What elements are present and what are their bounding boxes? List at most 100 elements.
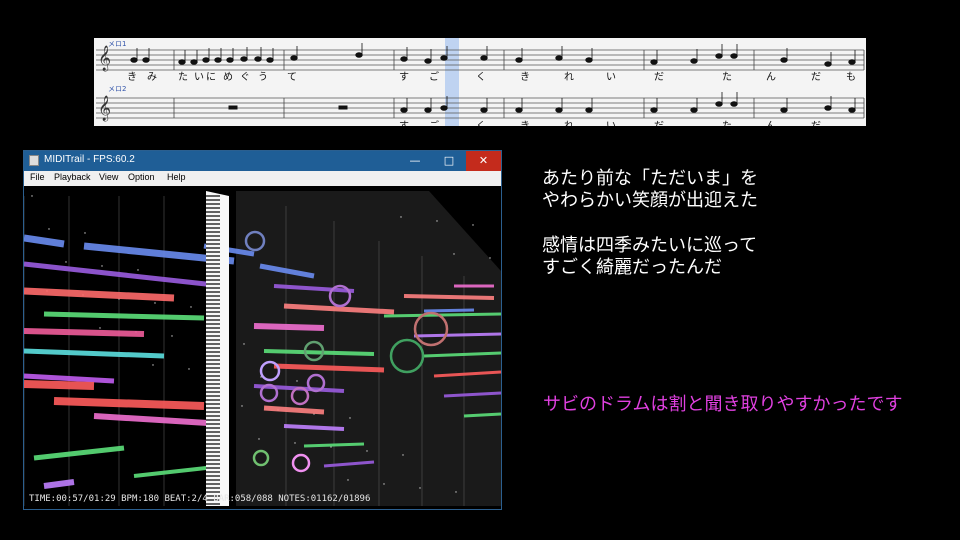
menu-view[interactable]: View [99, 172, 118, 182]
window-title: MIDITrail - FPS:60.2 [44, 154, 135, 165]
score-lyric-syllable: れ [564, 72, 574, 83]
star [400, 216, 402, 218]
star [154, 302, 156, 304]
minimize-button[interactable]: — [398, 151, 432, 171]
note-head [555, 55, 563, 61]
title-bar[interactable]: MIDITrail - FPS:60.2 — □ ✕ [24, 151, 501, 171]
note-head [515, 107, 523, 113]
score-lyric-syllable: だ [811, 122, 821, 127]
staff-name-2: メロ2 [108, 85, 127, 93]
score-lyric-syllable: い [194, 72, 204, 83]
menu-playback[interactable]: Playback [54, 172, 91, 182]
note-head [555, 107, 563, 113]
menu-help[interactable]: Help [167, 172, 186, 182]
score-lyric-syllable: て [287, 72, 297, 83]
note-head [848, 107, 856, 113]
note-head [142, 57, 150, 63]
star [137, 269, 139, 271]
score-lyric-syllable: う [258, 72, 268, 83]
note-visualization [24, 191, 501, 506]
score-lyric-syllable: く [476, 72, 486, 83]
note-bar [24, 348, 165, 359]
note-bar [24, 234, 65, 248]
star [455, 491, 457, 493]
note-head [290, 55, 298, 61]
score-lyric-syllable: た [722, 122, 732, 127]
note-bar [403, 294, 495, 300]
note-head [730, 53, 738, 59]
note-bar [43, 479, 75, 489]
star [171, 335, 173, 337]
star [188, 368, 190, 370]
whole-rest [228, 105, 238, 110]
star [190, 306, 192, 308]
3d-viewport[interactable]: TIME:00:57/01:29 BPM:180 BEAT:2/4 BAR:05… [24, 186, 501, 509]
note-head [585, 107, 593, 113]
note-bar [43, 311, 205, 321]
miditrail-window: MIDITrail - FPS:60.2 — □ ✕ File Playback… [23, 150, 502, 510]
note-head [214, 57, 222, 63]
score-lyric-syllable: も [846, 72, 856, 83]
star [99, 327, 101, 329]
star [243, 343, 245, 345]
menu-file[interactable]: File [30, 172, 45, 182]
note-head [730, 101, 738, 107]
star [489, 257, 491, 259]
score-lyric-syllable: す [399, 122, 409, 127]
note-head [650, 107, 658, 113]
score-lyric-syllable: ご [429, 72, 439, 83]
note-head [515, 57, 523, 63]
note-head [190, 59, 198, 65]
maximize-button[interactable]: □ [432, 151, 466, 171]
star [366, 450, 368, 452]
star [152, 364, 154, 366]
score-lyric-syllable: た [178, 72, 188, 83]
note-head [400, 107, 408, 113]
note-head [824, 105, 832, 111]
note-head [650, 59, 658, 65]
score-lyric-syllable: だ [654, 122, 664, 127]
note-head [440, 105, 448, 111]
note-head [440, 55, 448, 61]
note-bar [24, 328, 145, 337]
score-lyric-syllable: ぐ [240, 72, 250, 83]
note-head [254, 56, 262, 62]
star [84, 232, 86, 234]
menu-bar: File Playback View Option Help [24, 171, 501, 186]
close-button[interactable]: ✕ [466, 151, 501, 171]
note-head [715, 53, 723, 59]
star [258, 438, 260, 440]
note-head [400, 56, 408, 62]
note-bar [33, 445, 125, 461]
status-readout: TIME:00:57/01:29 BPM:180 BEAT:2/4 BAR:05… [29, 494, 371, 504]
score-lyric-syllable: い [606, 122, 616, 127]
note-head [824, 61, 832, 67]
star [294, 442, 296, 444]
star [65, 261, 67, 263]
score-lyric-syllable: だ [654, 72, 664, 83]
note-head [690, 58, 698, 64]
star [472, 224, 474, 226]
score-lyric-syllable: き [127, 72, 137, 83]
star [419, 487, 421, 489]
note-bar [53, 397, 205, 410]
note-head [480, 107, 488, 113]
note-bar [423, 308, 475, 313]
note-bar [24, 373, 115, 384]
note-head [355, 52, 363, 58]
star [383, 483, 385, 485]
note-bar [253, 323, 325, 331]
lyric-line-1: あたり前な「ただいま」を [542, 168, 758, 189]
menu-option[interactable]: Option [128, 172, 155, 182]
star [31, 195, 33, 197]
star [296, 380, 298, 382]
note-head [480, 55, 488, 61]
note-bar [303, 442, 365, 448]
note-head [848, 59, 856, 65]
score-lyric-syllable: だ [811, 72, 821, 83]
score-lyric-syllable: い [606, 72, 616, 83]
treble-clef-2: 𝄞 [98, 95, 111, 121]
note-head [690, 107, 698, 113]
note-bar [413, 332, 501, 338]
score-lyric-syllable: ん [766, 72, 776, 83]
